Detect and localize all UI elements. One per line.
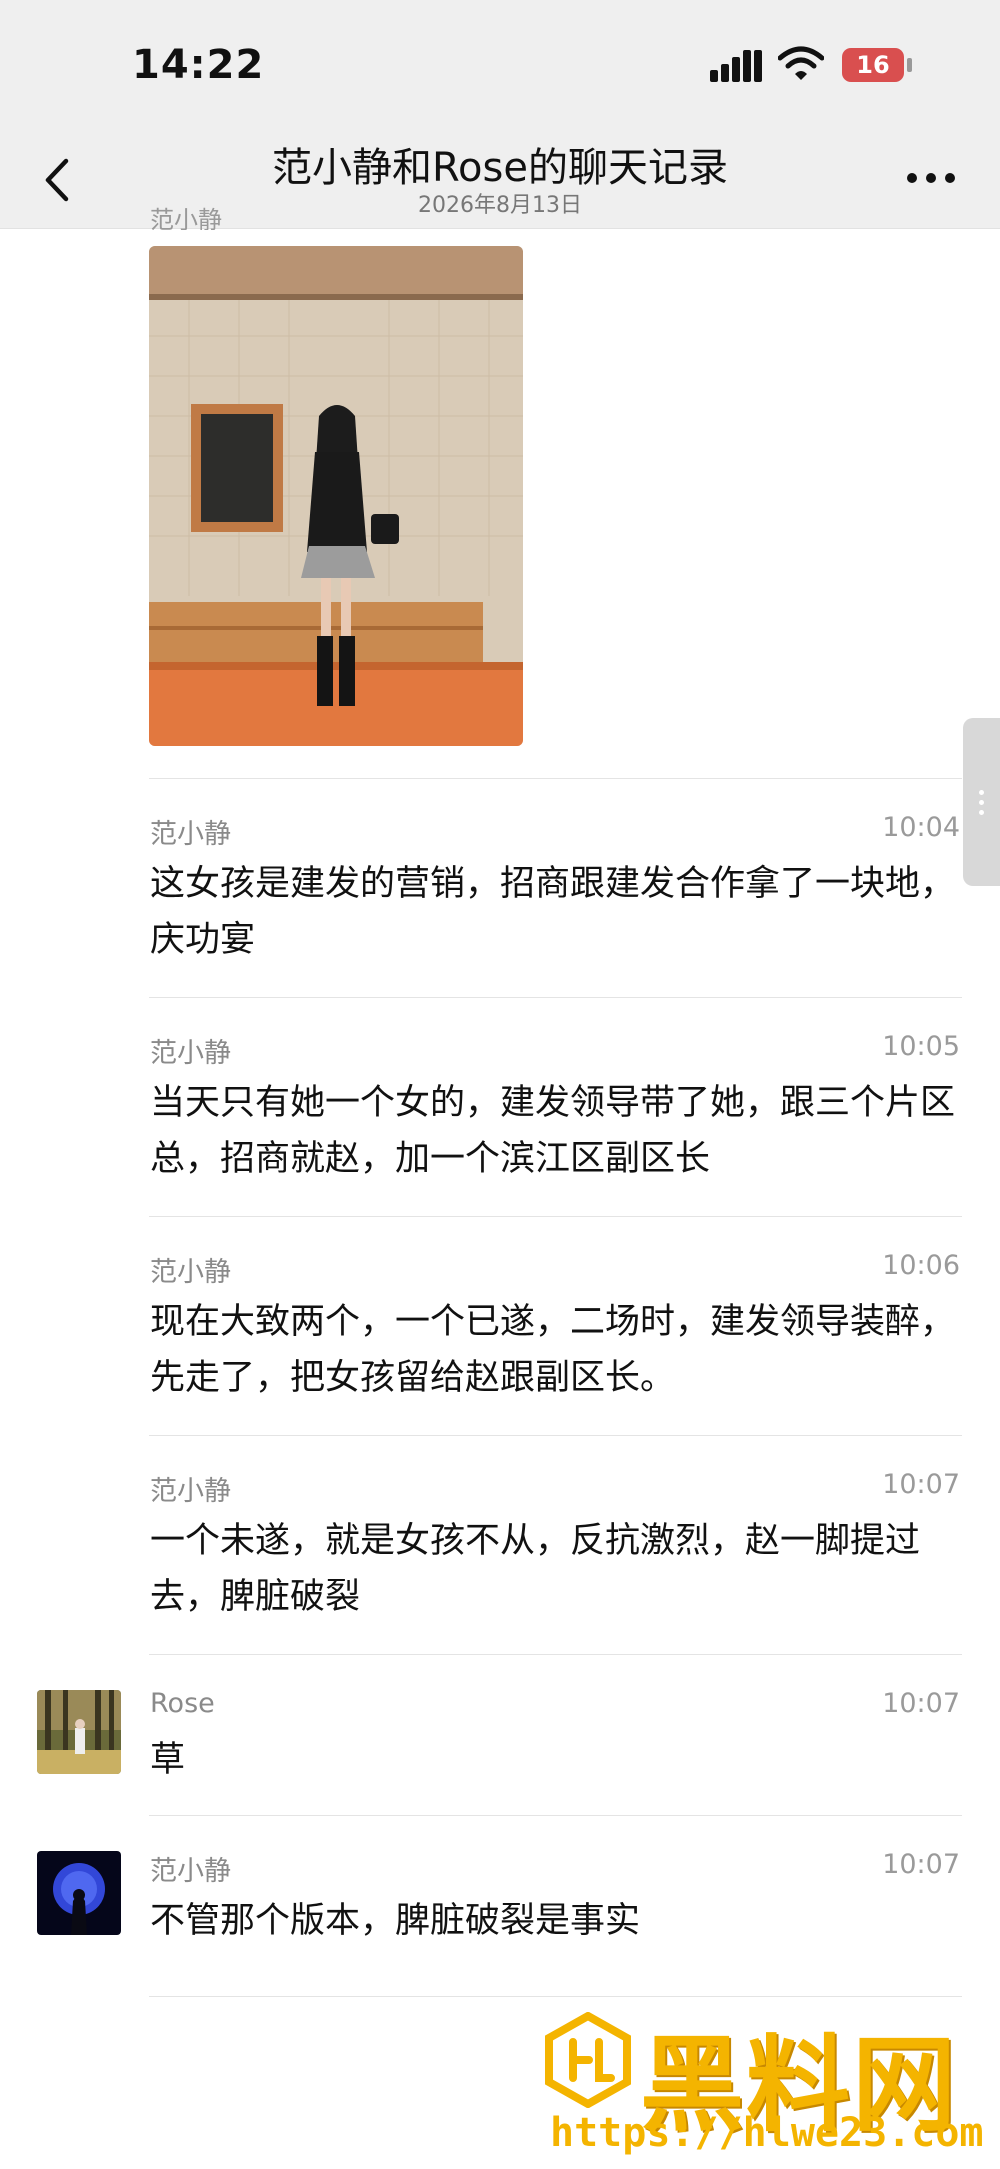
battery-indicator: 16 [842,48,904,82]
watermark-url: https://hlwe23.com [550,2110,984,2156]
more-options-icon[interactable] [905,171,957,185]
message-time: 10:07 [882,1469,960,1500]
message-sender: 范小静 [150,1257,231,1288]
message-time: 10:07 [882,1849,960,1880]
wifi-icon [778,46,824,80]
status-bar: 14:22 16 [0,0,1000,125]
message-time: 10:07 [882,1688,960,1719]
message-divider [149,1435,962,1436]
watermark-logo-icon [545,2012,631,2108]
message-sender: Rose [150,1688,215,1719]
battery-level: 16 [856,51,890,79]
message-text: 现在大致两个，一个已遂，二场时，建发领导装醉，先走了，把女孩留给赵跟副区长。 [150,1302,956,1398]
chat-photo[interactable] [149,246,523,746]
side-scroll-handle[interactable] [963,718,1000,886]
chat-history-screen: 14:22 16 范小静和Rose的聊天记录 2026年8月13日 范小静 范小… [0,0,1000,2169]
message-text: 一个未遂，就是女孩不从，反抗激烈，赵一脚提过去，脾脏破裂 [150,1521,921,1617]
message-sender: 范小静 [150,1038,231,1069]
back-chevron-icon[interactable] [38,155,78,205]
message-divider [149,778,962,779]
status-time: 14:22 [132,42,265,88]
message-text: 不管那个版本，脾脏破裂是事实 [150,1901,641,1941]
message-sender: 范小静 [150,1476,231,1507]
avatar-fan-xiaojing[interactable] [37,1851,121,1935]
avatar-rose[interactable] [37,1690,121,1774]
message-divider [149,997,962,998]
message-text: 这女孩是建发的营销，招商跟建发合作拿了一块地，庆功宴 [150,864,956,960]
message-divider [149,1996,962,1997]
page-title: 范小静和Rose的聊天记录 [272,145,728,191]
message-sender: 范小静 [150,1856,231,1887]
message-time: 10:04 [882,812,960,843]
page-subtitle-date: 2026年8月13日 [418,193,582,218]
photo-sender-name: 范小静 [150,206,222,230]
message-text: 当天只有她一个女的，建发领导带了她，跟三个片区总，招商就赵，加一个滨江区副区长 [150,1083,956,1179]
message-time: 10:06 [882,1250,960,1281]
cellular-signal-icon [710,48,762,82]
message-time: 10:05 [882,1031,960,1062]
message-divider [149,1654,962,1655]
message-text: 草 [150,1740,186,1780]
message-sender: 范小静 [150,819,231,850]
message-divider [149,1815,962,1816]
message-divider [149,1216,962,1217]
battery-nub [907,58,912,72]
